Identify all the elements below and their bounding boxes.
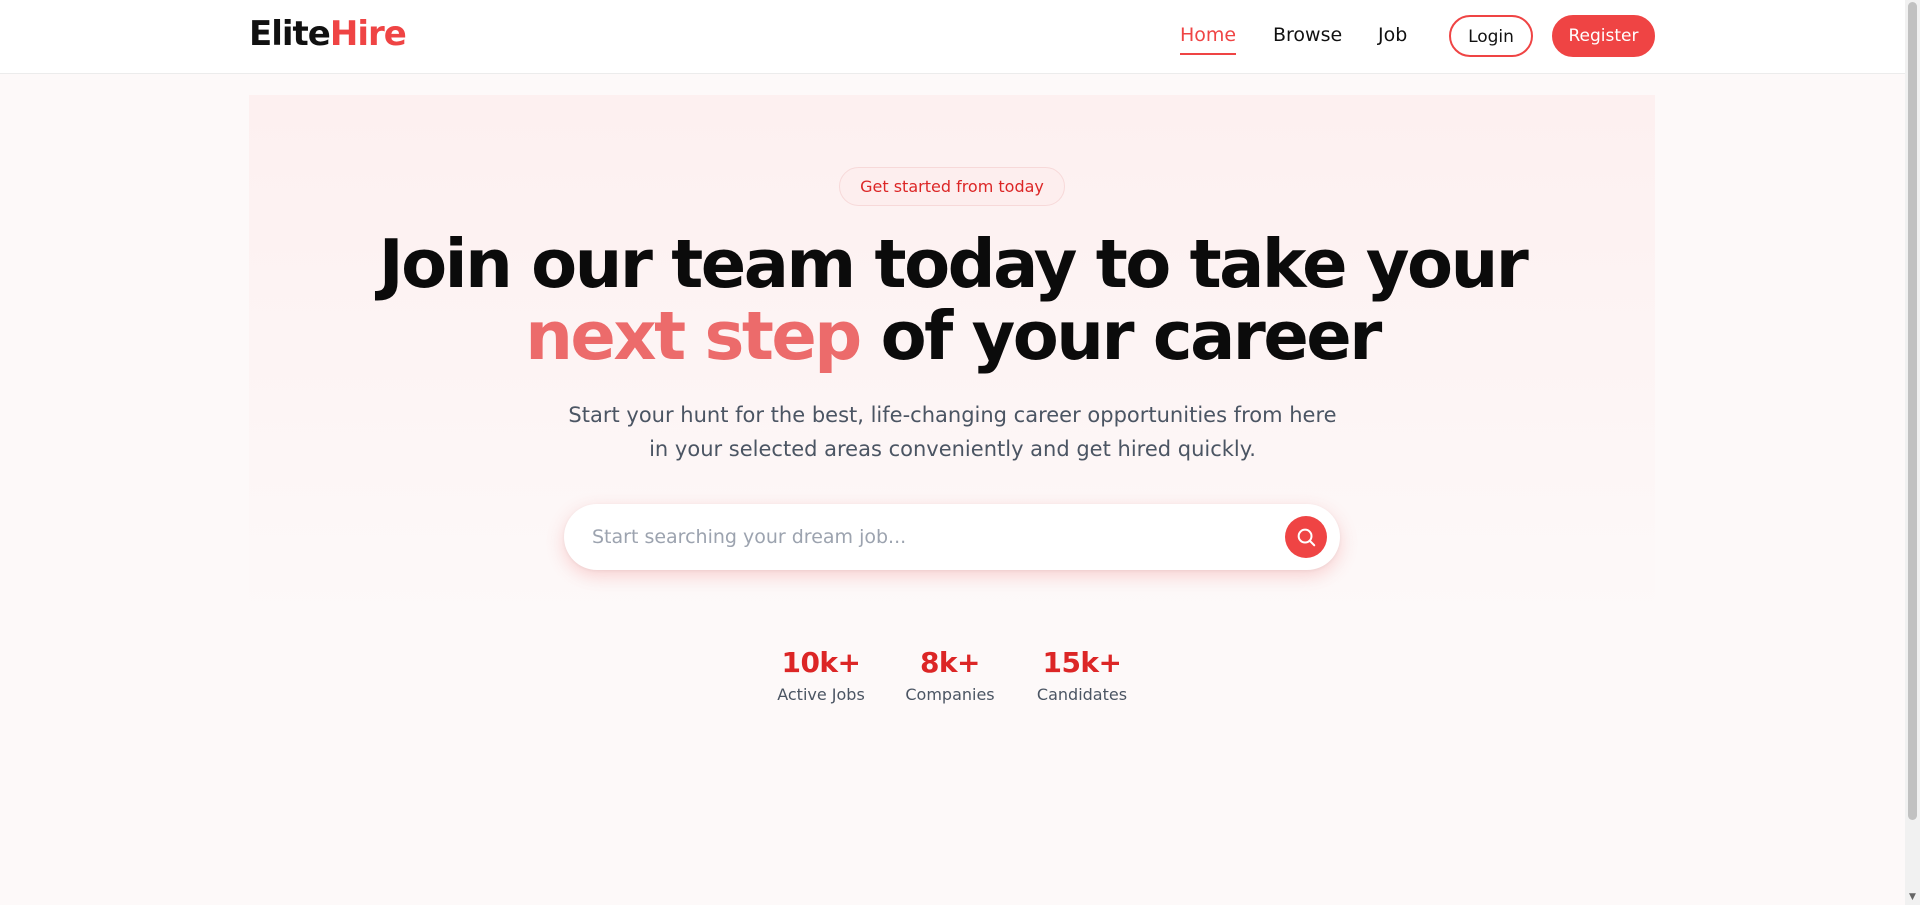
page-scrollbar[interactable]: ▼ xyxy=(1905,0,1920,905)
stat-label: Candidates xyxy=(1036,685,1128,704)
stat-value: 10k+ xyxy=(781,646,861,679)
nav-home-label: Home xyxy=(1180,24,1237,46)
headline-accent: next step xyxy=(525,297,862,375)
nav-job-link[interactable]: Job xyxy=(1378,20,1407,50)
search-icon xyxy=(1297,528,1316,547)
stat-label: Companies xyxy=(905,685,995,704)
stat-value: 8k+ xyxy=(919,646,981,679)
stat-value: 15k+ xyxy=(1042,646,1122,679)
hero-headline: Join our team today to take your next st… xyxy=(0,228,1905,372)
subtext-line-2: in your selected areas conveniently and … xyxy=(649,437,1256,461)
stat-label: Active Jobs xyxy=(777,685,865,704)
nav-home-link[interactable]: Home xyxy=(1180,20,1237,55)
logo-part-elite: Elite xyxy=(249,14,331,54)
headline-line-2: next step of your career xyxy=(0,300,1905,372)
nav-browse-link[interactable]: Browse xyxy=(1273,20,1342,50)
job-search-input[interactable] xyxy=(592,517,1232,557)
active-nav-underline xyxy=(1180,53,1237,55)
login-button[interactable]: Login xyxy=(1449,15,1533,57)
stat-active-jobs: 10k+ Active Jobs xyxy=(772,645,870,707)
stat-companies: 8k+ Companies xyxy=(900,645,1000,707)
register-button[interactable]: Register xyxy=(1552,15,1655,57)
job-search-bar xyxy=(564,504,1340,570)
search-button[interactable] xyxy=(1285,516,1327,558)
logo-part-hire: Hire xyxy=(329,14,407,54)
get-started-badge: Get started from today xyxy=(839,167,1065,206)
logo[interactable]: EliteHire xyxy=(249,13,407,55)
stat-candidates: 15k+ Candidates xyxy=(1030,645,1134,707)
scrollbar-thumb[interactable] xyxy=(1908,2,1917,820)
scroll-down-arrow-icon[interactable]: ▼ xyxy=(1905,891,1920,903)
headline-line-1: Join our team today to take your xyxy=(378,225,1529,303)
headline-rest: of your career xyxy=(859,297,1383,375)
subtext-line-1: Start your hunt for the best, life-chang… xyxy=(568,403,1337,427)
top-navbar: EliteHire Home Browse Job Login Register xyxy=(0,0,1905,74)
hero-subtext: Start your hunt for the best, life-chang… xyxy=(0,398,1905,466)
